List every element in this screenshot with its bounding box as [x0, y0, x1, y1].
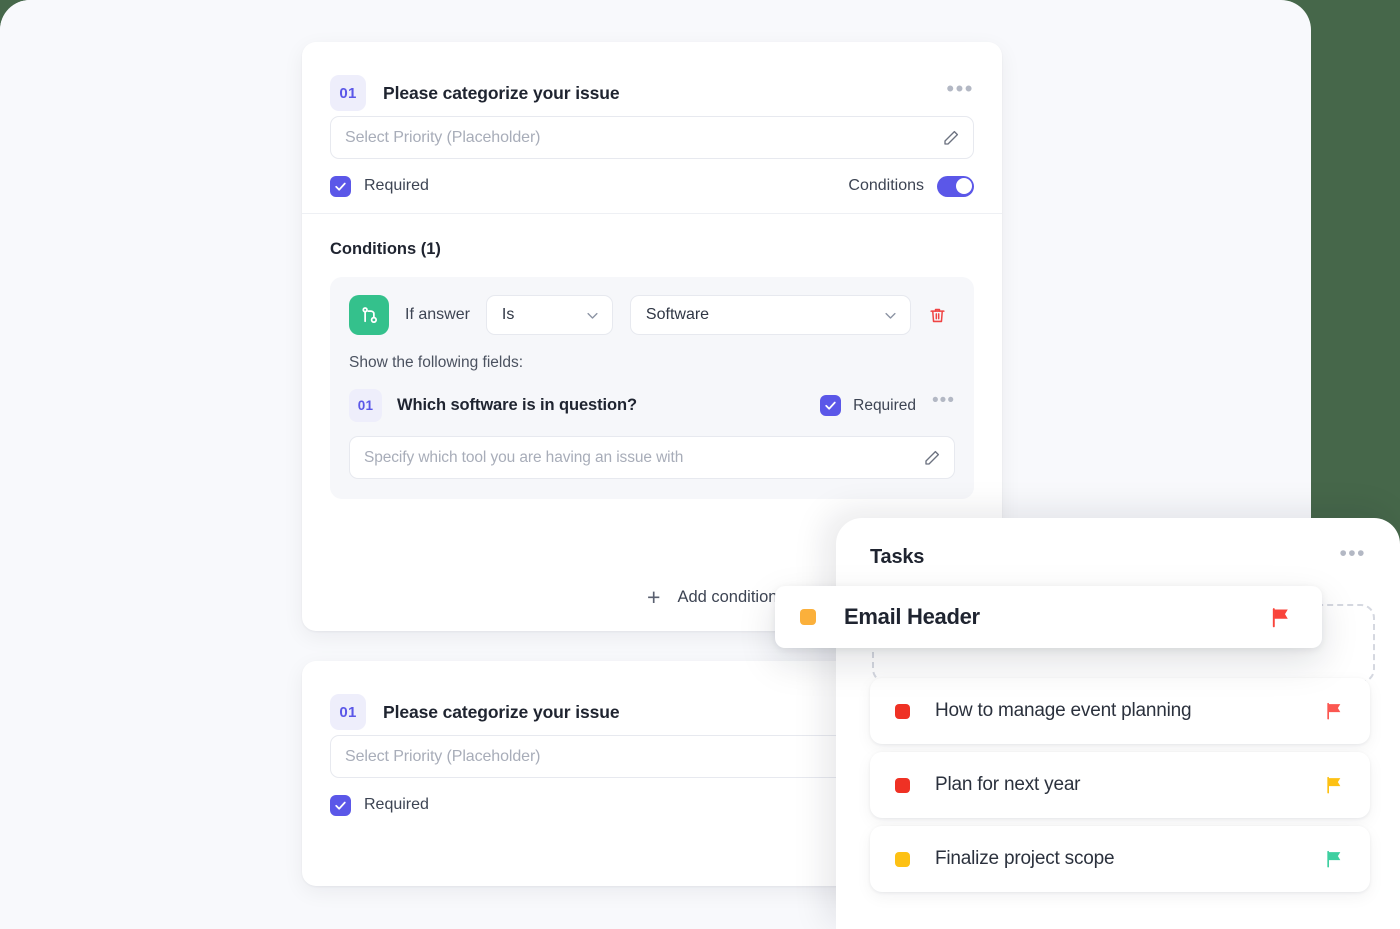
branch-icon — [349, 295, 389, 335]
question-options-menu-icon[interactable]: ••• — [946, 77, 974, 103]
delete-condition-icon[interactable] — [928, 306, 947, 325]
condition-value-select[interactable]: Software — [629, 295, 911, 335]
nested-question-number-badge: 01 — [349, 389, 382, 422]
required-label-2: Required — [364, 796, 429, 813]
task-label: Finalize project scope — [935, 848, 1115, 869]
nested-question-title: Which software is in question? — [397, 396, 637, 414]
condition-operator-value: Is — [501, 306, 515, 323]
task-label: How to manage event planning — [935, 700, 1192, 721]
task-status-dot — [895, 703, 910, 719]
edit-pencil-icon[interactable] — [923, 449, 941, 467]
dragging-task-card[interactable]: Email Header — [775, 586, 1322, 648]
task-list-item[interactable]: Finalize project scope — [870, 826, 1370, 892]
show-fields-label: Show the following fields: — [349, 354, 524, 371]
question-title: Please categorize your issue — [383, 82, 620, 103]
add-condition-label: Add condition — [677, 588, 778, 606]
tasks-options-menu-icon[interactable]: ••• — [1339, 543, 1366, 567]
edit-pencil-icon[interactable] — [942, 129, 960, 147]
task-label: Plan for next year — [935, 774, 1081, 795]
question-header: 01 Please categorize your issue ••• — [302, 42, 1002, 116]
condition-operator-select[interactable]: Is — [485, 295, 613, 335]
conditions-toggle[interactable] — [937, 175, 974, 197]
required-checkbox-2[interactable] — [330, 794, 351, 816]
toggle-knob — [955, 178, 972, 194]
task-status-dot — [895, 851, 910, 867]
add-condition-button[interactable]: + Add condition — [647, 586, 777, 609]
task-list-item[interactable]: How to manage event planning — [870, 678, 1370, 744]
condition-block: If answer Is Software Show the following… — [330, 277, 974, 499]
nested-text-input[interactable]: Specify which tool you are having an iss… — [349, 436, 955, 479]
condition-value-text: Software — [645, 306, 710, 323]
chevron-down-icon — [873, 308, 898, 323]
priority-field-container: Select Priority (Placeholder) — [302, 116, 1002, 159]
plus-icon: + — [647, 584, 661, 610]
task-list: How to manage event planning Plan for ne… — [870, 678, 1370, 900]
question-number-badge-2: 01 — [330, 694, 366, 730]
question-number-badge: 01 — [330, 75, 366, 111]
nested-required-group: Required ••• — [820, 391, 955, 416]
if-answer-label: If answer — [405, 306, 470, 323]
condition-rule-row: If answer Is Software — [349, 295, 955, 335]
nested-question-header: 01 Which software is in question? Requir… — [349, 389, 955, 422]
nested-field-container: Specify which tool you are having an iss… — [349, 436, 955, 479]
task-status-dot — [800, 609, 816, 625]
required-and-conditions-row: Required Conditions — [302, 159, 1002, 213]
nested-question-options-menu-icon[interactable]: ••• — [932, 391, 955, 415]
conditions-heading: Conditions (1) — [330, 240, 441, 258]
task-status-dot — [895, 777, 910, 793]
nested-input-placeholder: Specify which tool you are having an iss… — [364, 448, 684, 466]
required-label: Required — [364, 177, 429, 194]
flag-icon[interactable] — [1324, 849, 1344, 869]
flag-icon[interactable] — [1324, 701, 1344, 721]
tasks-panel-header: Tasks ••• — [836, 518, 1400, 569]
nested-required-checkbox[interactable] — [820, 395, 842, 416]
conditions-toggle-label: Conditions — [848, 177, 924, 194]
priority-placeholder-2: Select Priority (Placeholder) — [345, 747, 541, 765]
priority-select-field[interactable]: Select Priority (Placeholder) — [330, 116, 974, 159]
tasks-panel-title: Tasks — [870, 546, 925, 568]
flag-icon[interactable] — [1324, 775, 1344, 795]
chevron-down-icon — [575, 308, 600, 323]
question-title-2: Please categorize your issue — [383, 701, 620, 722]
required-checkbox[interactable] — [330, 175, 351, 197]
conditions-toggle-group: Conditions — [848, 175, 974, 197]
priority-placeholder: Select Priority (Placeholder) — [345, 128, 541, 146]
nested-required-label: Required — [853, 396, 917, 414]
task-list-item[interactable]: Plan for next year — [870, 752, 1370, 818]
flag-icon[interactable] — [1269, 606, 1292, 629]
dragging-task-label: Email Header — [844, 604, 980, 629]
